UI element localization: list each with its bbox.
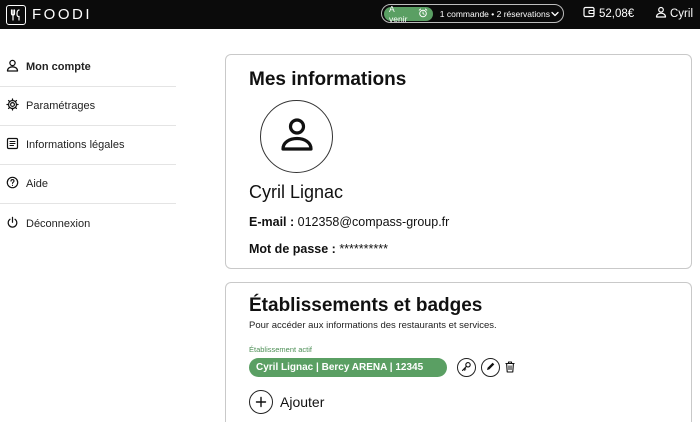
plus-icon: [249, 390, 273, 414]
sidebar-item-mon-compte[interactable]: Mon compte: [0, 48, 176, 87]
sidebar-item-deconnexion[interactable]: Déconnexion: [0, 204, 176, 243]
sidebar-item-label: Informations légales: [26, 139, 125, 151]
avatar: [260, 100, 333, 173]
wallet-icon: [583, 6, 595, 21]
email-label: E-mail :: [249, 215, 295, 229]
top-bar: FOODI A venir 1 commande • 2 réservation…: [0, 0, 700, 29]
upcoming-summary: 1 commande • 2 réservations: [439, 8, 550, 19]
balance-amount: 52,08€: [599, 7, 635, 20]
user-avatar-icon: [277, 114, 317, 159]
email-row: E-mail : 012358@compass-group.fr: [249, 215, 449, 229]
personal-info-card: Mes informations Cyril Lignac E-mail : 0…: [225, 54, 692, 269]
add-label: Ajouter: [280, 394, 325, 410]
active-establishment-label: Établissement actif: [249, 345, 312, 354]
user-name: Cyril: [670, 7, 693, 20]
utensils-icon: [6, 4, 26, 25]
password-row: Mot de passe : **********: [249, 242, 388, 256]
user-icon: [655, 6, 667, 21]
sidebar-item-label: Aide: [26, 178, 49, 190]
user-full-name: Cyril Lignac: [249, 182, 344, 202]
sidebar-item-label: Mon compte: [26, 61, 91, 73]
chevron-down-icon: [550, 9, 560, 19]
establishments-card: Établissements et badges Pour accéder au…: [225, 282, 692, 422]
edit-button[interactable]: [481, 358, 500, 377]
alarm-clock-icon: [418, 8, 428, 20]
upcoming-dropdown[interactable]: A venir 1 commande • 2 réservations: [381, 3, 564, 24]
upcoming-pill: A venir: [384, 3, 433, 24]
card-title: Mes informations: [249, 69, 407, 90]
add-establishment-button[interactable]: Ajouter: [249, 390, 324, 414]
help-icon: [6, 176, 19, 192]
password-label: Mot de passe :: [249, 242, 336, 256]
wallet-balance[interactable]: 52,08€: [583, 6, 634, 21]
sidebar-item-parametrages[interactable]: Paramétrages: [0, 87, 176, 126]
user-menu[interactable]: Cyril: [655, 6, 693, 21]
document-icon: [6, 137, 19, 153]
password-value: **********: [339, 242, 388, 256]
establishment-badge[interactable]: Cyril Lignac | Bercy ARENA | 12345: [249, 358, 447, 377]
sidebar-item-label: Déconnexion: [26, 217, 91, 230]
power-icon: [6, 216, 19, 232]
upcoming-label: A venir: [389, 3, 408, 24]
sidebar-item-informations-legales[interactable]: Informations légales: [0, 126, 176, 165]
brand-name: FOODI: [32, 6, 92, 23]
sidebar-item-label: Paramétrages: [26, 100, 96, 112]
sidebar: Mon compte Paramétrages Informations lég…: [0, 48, 176, 243]
gear-icon: [6, 98, 19, 114]
card-title: Établissements et badges: [249, 295, 483, 316]
email-value: 012358@compass-group.fr: [297, 215, 450, 229]
key-icon: [461, 359, 472, 377]
trash-icon: [504, 361, 516, 378]
sidebar-item-aide[interactable]: Aide: [0, 165, 176, 204]
brand-logo[interactable]: FOODI: [6, 4, 92, 25]
pencil-icon: [485, 359, 496, 377]
card-subtitle: Pour accéder aux informations des restau…: [249, 320, 497, 331]
key-button[interactable]: [457, 358, 476, 377]
delete-button[interactable]: [504, 360, 516, 379]
user-icon: [6, 59, 19, 75]
